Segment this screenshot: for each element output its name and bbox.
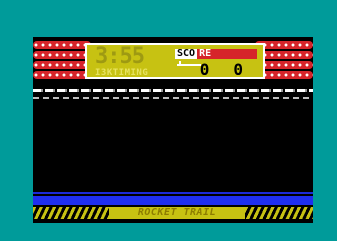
track-lane-marking	[33, 97, 313, 99]
score-label-right: RE	[197, 49, 257, 59]
banner-title: ROCKET TRAIL	[109, 207, 245, 219]
crowd-row	[33, 71, 91, 79]
crowd-row	[33, 41, 91, 49]
game-screen: 3:55 SCO RE I3KTIMING 0 0 ROCKET TRAIL	[33, 37, 313, 223]
event-name: I3KTIMING	[95, 68, 149, 78]
score-label-left: SCO	[175, 48, 198, 59]
scoreboard: 3:55 SCO RE I3KTIMING 0 0	[85, 43, 265, 79]
crowd-row	[33, 51, 91, 59]
score-player-1: 0	[199, 60, 210, 79]
water-line-thin	[33, 192, 313, 194]
score-values: 0 0	[200, 61, 243, 79]
track-barrier-top	[33, 89, 313, 92]
title-banner: ROCKET TRAIL	[33, 207, 313, 219]
race-timer: 3:55	[95, 44, 145, 69]
score-player-2: 0	[233, 60, 243, 79]
water-line-thick	[33, 196, 313, 205]
position-indicator	[177, 61, 201, 66]
score-label: SCO RE	[175, 49, 257, 59]
crowd-row	[33, 61, 91, 69]
crowd-stand-left	[33, 41, 91, 85]
